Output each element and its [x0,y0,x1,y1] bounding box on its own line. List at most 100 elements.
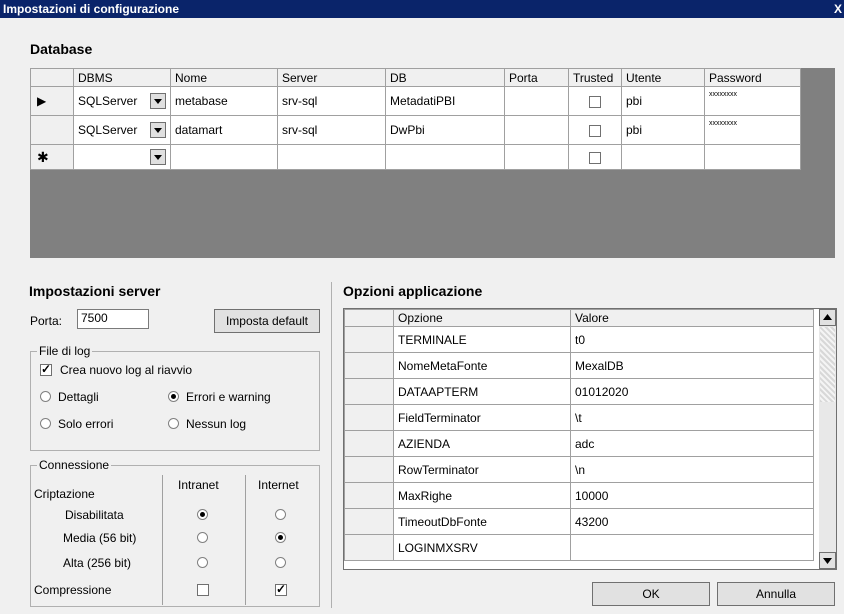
valore-cell[interactable]: \t [570,404,814,431]
internet-disabilitata-radio[interactable] [275,509,286,520]
table-row[interactable]: RowTerminator \n [344,456,814,483]
chevron-down-icon[interactable] [150,149,166,165]
close-icon[interactable]: X [834,2,842,16]
valore-cell[interactable]: 10000 [570,482,814,509]
row-selector[interactable] [344,430,394,457]
table-row[interactable]: NomeMetaFonte MexalDB [344,352,814,379]
col-password[interactable]: Password [704,68,801,87]
row-selector[interactable] [344,404,394,431]
trusted-checkbox[interactable] [589,95,601,108]
col-nome[interactable]: Nome [170,68,278,87]
opzione-cell[interactable]: LOGINMXSRV [393,534,571,561]
porta-cell[interactable] [504,115,569,145]
opzione-cell[interactable]: TimeoutDbFonte [393,508,571,535]
server-cell[interactable] [277,144,386,170]
password-cell[interactable]: xxxxxxxx [704,86,801,116]
opzione-cell[interactable]: DATAAPTERM [393,378,571,405]
server-cell[interactable]: srv-sql [277,115,386,145]
valore-cell[interactable] [570,534,814,561]
password-cell[interactable] [704,144,801,170]
scroll-down-button[interactable] [819,552,836,569]
scrollbar-thumb[interactable] [820,327,835,402]
opzione-cell[interactable]: FieldTerminator [393,404,571,431]
col-opzione[interactable]: Opzione [393,309,571,327]
row-selector[interactable] [344,378,394,405]
errori-warning-radio[interactable] [168,391,179,402]
table-row[interactable]: DATAAPTERM 01012020 [344,378,814,405]
annulla-button[interactable]: Annulla [717,582,835,606]
internet-media-radio[interactable] [275,532,286,543]
opzione-cell[interactable]: NomeMetaFonte [393,352,571,379]
row-selector[interactable] [344,456,394,483]
col-db[interactable]: DB [385,68,505,87]
trusted-checkbox[interactable] [589,151,601,164]
porta-cell[interactable] [504,144,569,170]
internet-alta-radio[interactable] [275,557,286,568]
row-selector[interactable] [344,326,394,353]
errori-warning-label[interactable]: Errori e warning [186,390,271,404]
nessun-log-radio[interactable] [168,418,179,429]
chevron-down-icon[interactable] [150,122,166,138]
solo-errori-radio[interactable] [40,418,51,429]
scroll-up-button[interactable] [819,309,836,326]
dbms-cell[interactable]: SQLServer [73,86,171,116]
intranet-media-radio[interactable] [197,532,208,543]
table-row[interactable]: TERMINALE t0 [344,326,814,353]
row-selector[interactable] [344,352,394,379]
imposta-default-button[interactable]: Imposta default [214,309,320,333]
internet-compressione-checkbox[interactable] [275,582,287,596]
intranet-compressione-checkbox[interactable] [197,584,209,596]
utente-cell[interactable]: pbi [621,115,705,145]
col-utente[interactable]: Utente [621,68,705,87]
nome-cell[interactable]: metabase [170,86,278,116]
vertical-scrollbar[interactable] [819,309,836,569]
opzione-cell[interactable]: TERMINALE [393,326,571,353]
nome-cell[interactable]: datamart [170,115,278,145]
valore-cell[interactable]: 43200 [570,508,814,535]
table-row[interactable]: MaxRighe 10000 [344,482,814,509]
password-cell[interactable]: xxxxxxxx [704,115,801,145]
utente-cell[interactable]: pbi [621,86,705,116]
chevron-down-icon[interactable] [150,93,166,109]
db-cell[interactable]: MetadatiPBI [385,86,505,116]
solo-errori-label[interactable]: Solo errori [58,417,113,431]
col-valore[interactable]: Valore [570,309,814,327]
db-cell[interactable] [385,144,505,170]
trusted-cell[interactable] [568,115,622,145]
trusted-cell[interactable] [568,144,622,170]
dbms-cell[interactable] [73,144,171,170]
dettagli-label[interactable]: Dettagli [58,390,99,404]
valore-cell[interactable]: \n [570,456,814,483]
table-row[interactable]: ▶ SQLServer metabase srv-sql MetadatiPBI… [30,86,801,116]
col-server[interactable]: Server [277,68,386,87]
server-cell[interactable]: srv-sql [277,86,386,116]
nessun-log-label[interactable]: Nessun log [186,417,246,431]
table-row[interactable]: SQLServer datamart srv-sql DwPbi pbi xxx… [30,115,801,145]
opzione-cell[interactable]: AZIENDA [393,430,571,457]
valore-cell[interactable]: 01012020 [570,378,814,405]
table-row[interactable]: TimeoutDbFonte 43200 [344,508,814,535]
col-porta[interactable]: Porta [504,68,569,87]
intranet-disabilitata-radio[interactable] [197,509,208,520]
trusted-checkbox[interactable] [589,124,601,137]
table-row[interactable]: LOGINMXSRV [344,534,814,561]
crea-log-checkbox[interactable] [40,362,52,376]
row-selector-current[interactable]: ▶ [30,86,74,116]
trusted-cell[interactable] [568,86,622,116]
row-selector[interactable] [344,534,394,561]
valore-cell[interactable]: t0 [570,326,814,353]
row-selector[interactable] [344,482,394,509]
opzione-cell[interactable]: RowTerminator [393,456,571,483]
dettagli-radio[interactable] [40,391,51,402]
valore-cell[interactable]: MexalDB [570,352,814,379]
porta-cell[interactable] [504,86,569,116]
col-trusted[interactable]: Trusted [568,68,622,87]
row-selector[interactable] [344,508,394,535]
new-row-icon[interactable]: ✱ [30,144,74,170]
table-row[interactable]: FieldTerminator \t [344,404,814,431]
table-row[interactable]: AZIENDA adc [344,430,814,457]
opzione-cell[interactable]: MaxRighe [393,482,571,509]
valore-cell[interactable]: adc [570,430,814,457]
crea-log-label[interactable]: Crea nuovo log al riavvio [60,363,192,377]
ok-button[interactable]: OK [592,582,710,606]
